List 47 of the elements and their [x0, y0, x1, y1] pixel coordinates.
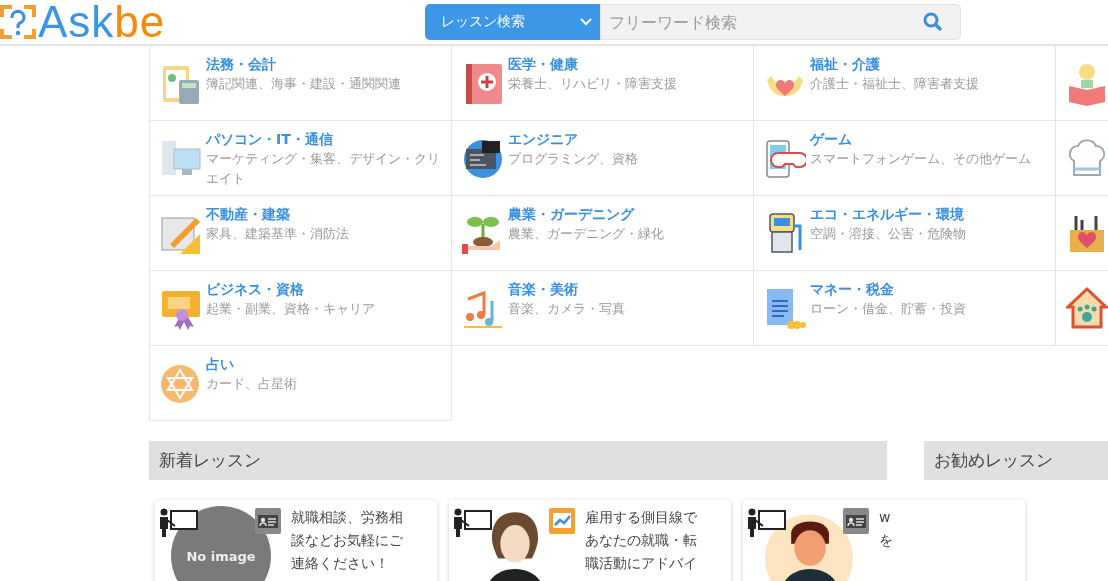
category-description: 空調・溶接、公害・危険物	[810, 225, 967, 243]
chevron-down-icon	[580, 18, 592, 26]
category-link[interactable]: エコ・エネルギー・環境	[810, 204, 964, 224]
category-link[interactable]: マネー・税金	[810, 279, 894, 299]
category-link[interactable]: エンジニア	[508, 129, 578, 149]
category-description: カード、占星術	[206, 375, 298, 393]
paw-house-icon[interactable]	[1066, 285, 1108, 331]
id-card-icon	[255, 508, 281, 534]
category-description: 農業、ガーデニング・緑化	[508, 225, 665, 243]
category-link[interactable]: 占い	[206, 354, 234, 374]
lesson-card[interactable]: 雇用する側目線で あなたの就職・転 職活動にアドバイ	[449, 500, 731, 581]
teacher-board-icon	[159, 508, 199, 538]
category-description: マーケティング・集客、デザイン・クリエイト	[206, 150, 441, 188]
category-description: 音楽、カメラ・写真	[508, 300, 626, 318]
lesson-description: w を	[879, 508, 893, 550]
category-link[interactable]: ビジネス・資格	[206, 279, 304, 299]
chart-check-icon	[549, 508, 575, 534]
category-link[interactable]: 農業・ガーデニング	[508, 204, 634, 224]
category-description: 介護士・福祉士、障害者支援	[810, 75, 980, 93]
teacher-board-icon	[747, 508, 787, 538]
lesson-card[interactable]: w を	[743, 500, 1025, 581]
category-link[interactable]: 福祉・介護	[810, 54, 880, 74]
category-description: 簿記関連、海事・建設・通関関連	[206, 75, 402, 93]
category-link[interactable]: 医学・健康	[508, 54, 578, 74]
lesson-description: 雇用する側目線で あなたの就職・転 職活動にアドバイ	[585, 508, 697, 573]
category-dropdown[interactable]: レッスン検索	[425, 4, 600, 40]
category-link[interactable]: ゲーム	[810, 129, 852, 149]
category-description: 栄養士、リハビリ・障害支援	[508, 75, 678, 93]
lesson-card[interactable]: No image 就職相談、労務相 談などお気軽にご 連絡ください！	[155, 500, 437, 581]
teacher-board-icon	[453, 508, 493, 538]
logo-text[interactable]: Askbe	[38, 0, 166, 44]
category-link[interactable]: 不動産・建築	[206, 204, 290, 224]
lesson-description: 就職相談、労務相 談などお気軽にご 連絡ください！	[291, 508, 403, 573]
category-link[interactable]: 音楽・美術	[508, 279, 578, 299]
category-description: 家具、建築基準・消防法	[206, 225, 350, 243]
question-mark-icon	[0, 3, 36, 41]
category-link[interactable]: パソコン・IT・通信	[206, 129, 333, 149]
section-header: 新着レッスン	[149, 441, 887, 480]
id-card-icon	[843, 508, 869, 534]
search-icon[interactable]	[923, 12, 943, 32]
category-description: プログラミング、資格	[508, 150, 639, 168]
category-description: スマートフォンゲーム、その他ゲーム	[810, 150, 1032, 168]
category-link[interactable]: 法務・会計	[206, 54, 276, 74]
category-description: ローン・借金、貯蓄・投資	[810, 300, 967, 318]
search-field[interactable]: フリーワード検索	[600, 4, 961, 40]
section-header: お勧めレッスン	[924, 441, 1108, 480]
category-description: 起業・副業、資格・キャリア	[206, 300, 376, 318]
